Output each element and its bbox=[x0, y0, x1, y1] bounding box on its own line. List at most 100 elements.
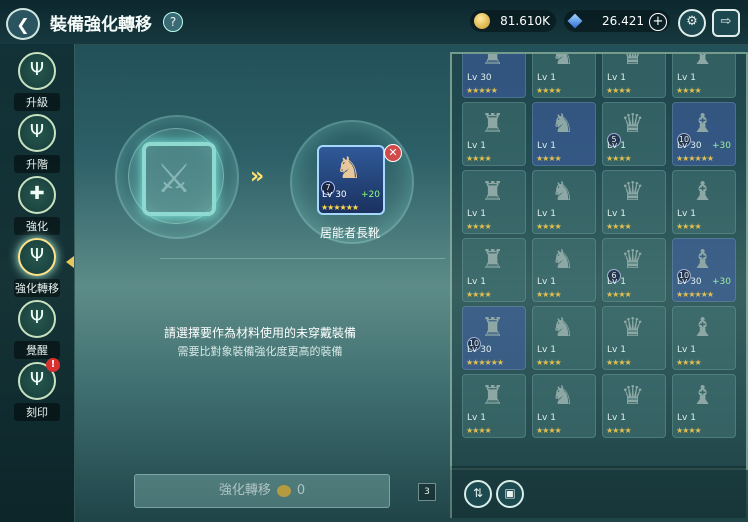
item-level: Lv 1 bbox=[677, 209, 696, 219]
inventory-item[interactable]: ♛ Lv 1 ★★★★ bbox=[602, 374, 666, 438]
item-level: Lv 1 bbox=[607, 209, 626, 219]
item-level: Lv 1 bbox=[677, 73, 696, 83]
equipment-icon: ♜ bbox=[481, 245, 505, 275]
equipment-icon: ♛ bbox=[621, 381, 645, 411]
inventory-item[interactable]: ♛ 5 Lv 1 ★★★★ bbox=[602, 102, 666, 166]
divider bbox=[160, 258, 445, 259]
sidebar-item-engrave[interactable]: Ψ ! 刻印 bbox=[14, 358, 60, 421]
inventory-item[interactable]: ♜ Lv 1 ★★★★ bbox=[462, 238, 526, 302]
item-stars: ★★★★ bbox=[676, 86, 702, 95]
item-stars: ★★★★ bbox=[606, 426, 632, 435]
inventory-item[interactable]: ♛ 6 Lv 1 ★★★★ bbox=[602, 238, 666, 302]
remove-item-button[interactable]: ✕ bbox=[384, 144, 402, 162]
enhance-transfer-button[interactable]: 強化轉移 0 bbox=[134, 474, 390, 508]
equipment-icon: ♝ bbox=[691, 381, 715, 411]
settings-icon[interactable]: ⚙ bbox=[678, 9, 706, 37]
inventory-item[interactable]: ♜ Lv 1 ★★★★ bbox=[462, 170, 526, 234]
item-stars: ★★★★ bbox=[466, 290, 492, 299]
equipment-icon: ♞ bbox=[551, 109, 575, 139]
sort-icon[interactable]: ⇅ bbox=[464, 480, 492, 508]
item-level: Lv 1 bbox=[607, 141, 626, 151]
help-button[interactable]: ? bbox=[163, 12, 183, 32]
trident-transfer-icon: Ψ bbox=[18, 238, 56, 276]
inventory-item[interactable]: ♜ Lv 30 ★★★★★ bbox=[462, 54, 526, 98]
inventory-item[interactable]: ♝ 10 Lv 30 +30 ★★★★★★ bbox=[672, 102, 736, 166]
inventory-item[interactable]: ♝ Lv 1 ★★★★ bbox=[672, 170, 736, 234]
gem-counter: 26.421 + bbox=[564, 10, 670, 32]
equipment-icon: ♜ bbox=[481, 313, 505, 343]
double-chevron-right-icon: » bbox=[250, 164, 265, 189]
inventory-item[interactable]: ♜ 10 Lv 30 ★★★★★★ bbox=[462, 306, 526, 370]
trident-emblem-icon: Ψ bbox=[18, 114, 56, 152]
equipment-icon: ♞ bbox=[551, 381, 575, 411]
inventory-item[interactable]: ♛ Lv 1 ★★★★ bbox=[602, 54, 666, 98]
item-level: Lv 1 bbox=[607, 413, 626, 423]
back-button[interactable]: ❮ bbox=[6, 8, 40, 40]
chevron-left-icon: ❮ bbox=[16, 14, 30, 34]
item-stars: ★★★★ bbox=[536, 222, 562, 231]
item-level: Lv 1 bbox=[537, 413, 556, 423]
item-level: Lv 30 bbox=[467, 345, 492, 355]
item-level: Lv 1 bbox=[537, 73, 556, 83]
active-indicator-arrow bbox=[66, 256, 74, 268]
inventory-item[interactable]: ♝ 10 Lv 30 +30 ★★★★★★ bbox=[672, 238, 736, 302]
gold-coin-icon bbox=[474, 13, 490, 29]
inventory-panel[interactable]: ♜ Lv 30 ★★★★★ ♞ Lv 1 ★★★★ ♛ Lv 1 ★★★★ ♝ Lv 1 ★★★★ ♜ L… bbox=[450, 52, 748, 470]
inventory-item[interactable]: ♞ Lv 1 ★★★★ bbox=[532, 374, 596, 438]
exit-icon[interactable]: ⇨ bbox=[712, 9, 740, 37]
item-stars: ★★★★ bbox=[536, 290, 562, 299]
sidebar-item-awaken[interactable]: Ψ 覺醒 bbox=[14, 300, 60, 359]
alert-badge: ! bbox=[46, 358, 60, 372]
bag-icon[interactable]: ▣ bbox=[496, 480, 524, 508]
hint-primary: 請選擇要作為材料使用的未穿戴裝備 bbox=[163, 326, 356, 340]
item-plus: +20 bbox=[361, 190, 380, 200]
trident-plus-icon: ✚ bbox=[18, 176, 56, 214]
inventory-item[interactable]: ♞ Lv 1 ★★★★ bbox=[532, 54, 596, 98]
inventory-item[interactable]: ♞ Lv 1 ★★★★ bbox=[532, 170, 596, 234]
sidebar-item-enhance-transfer[interactable]: Ψ 強化轉移 bbox=[14, 238, 60, 297]
equipment-icon: ♞ bbox=[551, 245, 575, 275]
inventory-item[interactable]: ♜ Lv 1 ★★★★ bbox=[462, 102, 526, 166]
item-level: Lv 30 bbox=[322, 190, 347, 200]
item-stars: ★★★★★ bbox=[466, 86, 498, 95]
inventory-item[interactable]: ♞ Lv 1 ★★★★ bbox=[532, 102, 596, 166]
sidebar-item-upgrade[interactable]: Ψ 升級 bbox=[14, 52, 60, 111]
gold-coin-icon bbox=[276, 484, 291, 497]
sidebar-item-promote[interactable]: Ψ 升階 bbox=[14, 114, 60, 173]
item-level: Lv 30 bbox=[677, 277, 702, 287]
equipment-icon: ♛ bbox=[621, 177, 645, 207]
material-slot[interactable]: ⚔ bbox=[142, 142, 216, 216]
diamond-icon bbox=[567, 13, 583, 29]
item-stars: ★★★★ bbox=[606, 358, 632, 367]
item-stars: ★★★★ bbox=[676, 222, 702, 231]
inventory-item[interactable]: ♛ Lv 1 ★★★★ bbox=[602, 170, 666, 234]
top-bar: ❮ 裝備強化轉移 ? 81.610K 26.421 + ⚙ ⇨ bbox=[0, 0, 748, 45]
inventory-item[interactable]: ♛ Lv 1 ★★★★ bbox=[602, 306, 666, 370]
item-stars: ★★★★ bbox=[536, 154, 562, 163]
inventory-item[interactable]: ♞ Lv 1 ★★★★ bbox=[532, 238, 596, 302]
item-stars: ★★★★ bbox=[466, 154, 492, 163]
item-level: Lv 1 bbox=[677, 413, 696, 423]
inventory-item[interactable]: ♝ Lv 1 ★★★★ bbox=[672, 374, 736, 438]
sidebar: Ψ 升級 Ψ 升階 ✚ 強化 Ψ 強化轉移 Ψ 覺醒 Ψ ! 刻印 bbox=[0, 44, 75, 522]
equipment-icon: ♛ bbox=[621, 313, 645, 343]
item-level: Lv 1 bbox=[537, 345, 556, 355]
equipment-icon: ♝ bbox=[691, 313, 715, 343]
sidebar-item-enhance[interactable]: ✚ 強化 bbox=[14, 176, 60, 235]
equipment-icon: ♝ bbox=[691, 109, 715, 139]
inventory-item[interactable]: ♜ Lv 1 ★★★★ bbox=[462, 374, 526, 438]
item-stars: ★★★★ bbox=[676, 358, 702, 367]
equipment-icon: ♜ bbox=[481, 177, 505, 207]
item-plus: +30 bbox=[712, 141, 731, 151]
add-gems-button[interactable]: + bbox=[649, 13, 667, 31]
target-item-card[interactable]: ♞ 7 Lv 30 +20 ★★★★★★ bbox=[317, 145, 385, 215]
item-level: Lv 1 bbox=[467, 141, 486, 151]
item-level: Lv 1 bbox=[467, 209, 486, 219]
item-stars: ★★★★ bbox=[676, 426, 702, 435]
inventory-item[interactable]: ♝ Lv 1 ★★★★ bbox=[672, 306, 736, 370]
item-stars: ★★★★ bbox=[466, 426, 492, 435]
item-level: Lv 1 bbox=[467, 413, 486, 423]
item-level: Lv 30 bbox=[467, 73, 492, 83]
inventory-item[interactable]: ♝ Lv 1 ★★★★ bbox=[672, 54, 736, 98]
inventory-item[interactable]: ♞ Lv 1 ★★★★ bbox=[532, 306, 596, 370]
